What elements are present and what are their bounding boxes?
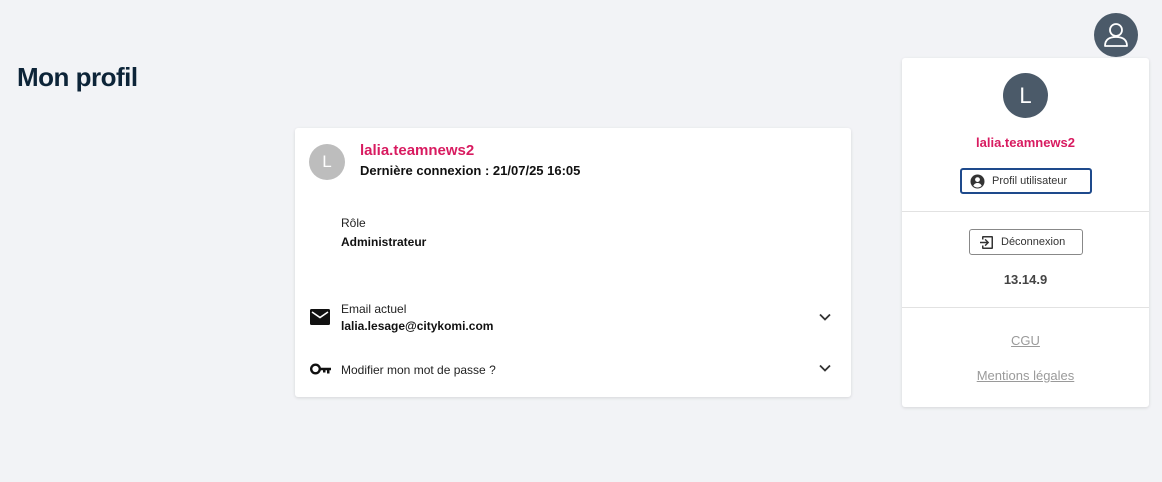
profile-username: lalia.teamnews2	[360, 142, 475, 159]
user-outline-icon	[1104, 23, 1128, 47]
role-label: Rôle	[341, 216, 366, 230]
profile-card: L lalia.teamnews2 Dernière connexion : 2…	[295, 128, 851, 397]
app-version: 13.14.9	[1003, 272, 1048, 287]
key-icon	[310, 363, 331, 375]
mail-icon	[310, 309, 330, 325]
chevron-down-icon[interactable]	[818, 310, 832, 324]
avatar: L	[1003, 73, 1048, 118]
profile-button[interactable]: Profil utilisateur	[960, 168, 1092, 194]
account-circle-icon	[970, 174, 985, 188]
password-row[interactable]: Modifier mon mot de passe ?	[295, 350, 851, 390]
menu-username: lalia.teamnews2	[976, 135, 1075, 150]
logout-button-label: Déconnexion	[1001, 236, 1066, 248]
divider	[902, 211, 1149, 212]
profile-button-label: Profil utilisateur	[992, 175, 1068, 187]
divider	[902, 307, 1149, 308]
change-password-label: Modifier mon mot de passe ?	[341, 363, 496, 377]
legal-notices-link[interactable]: Mentions légales	[902, 368, 1149, 383]
user-menu-panel: L lalia.teamnews2 Profil utilisateur Déc…	[902, 58, 1149, 407]
email-label: Email actuel	[341, 302, 407, 316]
email-row[interactable]: Email actuel lalia.lesage@citykomi.com	[295, 298, 851, 338]
chevron-down-icon[interactable]	[818, 361, 832, 375]
avatar: L	[309, 144, 345, 180]
page-title: Mon profil	[17, 62, 138, 92]
user-menu-avatar[interactable]	[1094, 13, 1138, 57]
cgu-link[interactable]: CGU	[902, 333, 1149, 348]
logout-button[interactable]: Déconnexion	[969, 229, 1083, 255]
logout-icon	[980, 235, 993, 249]
role-value: Administrateur	[341, 235, 427, 249]
email-value: lalia.lesage@citykomi.com	[341, 319, 494, 333]
last-login: Dernière connexion : 21/07/25 16:05	[360, 163, 581, 178]
